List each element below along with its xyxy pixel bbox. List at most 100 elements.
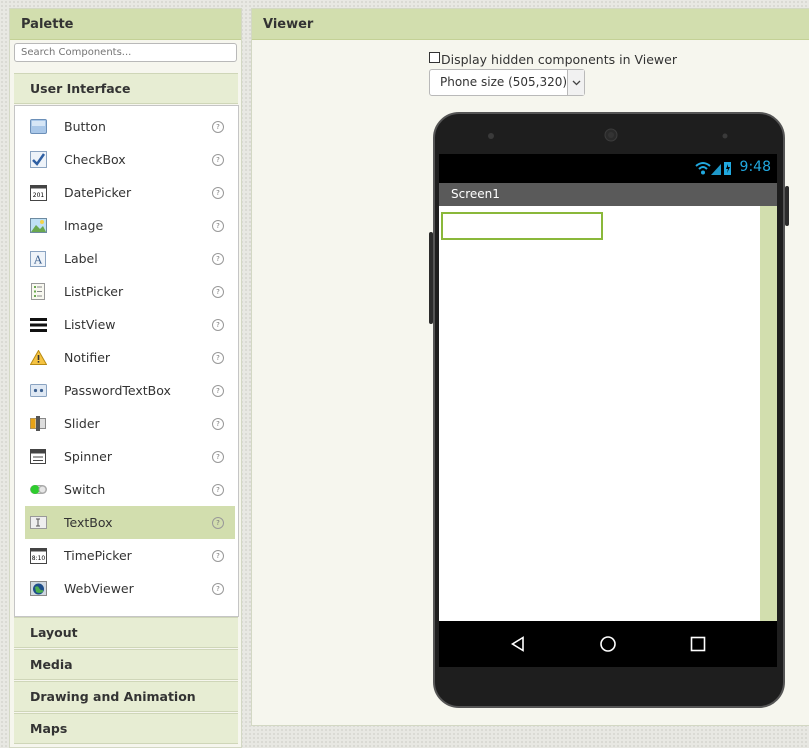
phone-mockup: 9:48 Screen1 xyxy=(429,112,789,708)
phone-volume-button xyxy=(429,232,433,324)
switch-icon xyxy=(29,481,47,499)
checkbox-icon xyxy=(29,151,47,169)
help-icon[interactable]: ? xyxy=(212,318,224,331)
phone-size-value: Phone size (505,320) xyxy=(440,75,568,89)
globe-icon xyxy=(29,580,47,598)
button-icon xyxy=(29,118,47,136)
palette-title: Palette xyxy=(10,9,241,40)
drawer-drawing-animation[interactable]: Drawing and Animation xyxy=(14,681,238,712)
help-icon[interactable]: ? xyxy=(212,186,224,199)
hidden-components-checkbox[interactable] xyxy=(429,52,440,63)
drawer-media-label: Media xyxy=(30,657,73,672)
help-icon[interactable]: ? xyxy=(212,153,224,166)
textbox-component[interactable] xyxy=(441,212,603,240)
screen-title: Screen1 xyxy=(451,187,500,201)
drawer-layout-label: Layout xyxy=(30,625,78,640)
label-icon: A xyxy=(29,250,47,268)
help-icon[interactable]: ? xyxy=(212,582,224,595)
status-time: 9:48 xyxy=(739,159,771,175)
component-item-label: ListView xyxy=(64,317,116,332)
component-item-timepicker[interactable]: 8:10 TimePicker ? xyxy=(25,539,235,572)
home-icon[interactable] xyxy=(599,635,617,653)
component-list: Button ? CheckBox ? 201 DatePicker ? Ima… xyxy=(14,105,239,617)
spinner-icon xyxy=(29,448,47,466)
drawer-user-interface-label: User Interface xyxy=(30,81,131,96)
chevron-down-icon xyxy=(567,70,584,95)
component-item-label: Spinner xyxy=(64,449,113,464)
component-item-label: Switch xyxy=(64,482,106,497)
drawer-drawing-animation-label: Drawing and Animation xyxy=(30,689,196,704)
help-icon[interactable]: ? xyxy=(212,483,224,496)
recents-icon[interactable] xyxy=(690,636,706,652)
svg-text:8:10: 8:10 xyxy=(31,555,45,562)
listview-icon xyxy=(29,316,47,334)
drawer-user-interface[interactable]: User Interface xyxy=(14,73,238,104)
component-item-label: TimePicker xyxy=(64,548,132,563)
svg-text:A: A xyxy=(33,253,43,266)
help-icon[interactable]: ? xyxy=(212,285,224,298)
component-item-listpicker[interactable]: ListPicker ? xyxy=(25,275,235,308)
component-item-datepicker[interactable]: 201 DatePicker ? xyxy=(25,176,235,209)
component-item-image[interactable]: Image ? xyxy=(25,209,235,242)
hidden-components-label: Display hidden components in Viewer xyxy=(441,52,677,67)
warning-icon xyxy=(29,349,47,367)
screen-title-bar: Screen1 xyxy=(439,183,777,206)
help-icon[interactable]: ? xyxy=(212,351,224,364)
textbox-icon xyxy=(29,514,47,532)
component-item-checkbox[interactable]: CheckBox ? xyxy=(25,143,235,176)
component-item-button[interactable]: Button ? xyxy=(25,110,235,143)
screen-scrollbar[interactable] xyxy=(760,206,777,621)
help-icon[interactable]: ? xyxy=(212,219,224,232)
drawer-maps[interactable]: Maps xyxy=(14,713,238,744)
drawer-layout[interactable]: Layout xyxy=(14,617,238,648)
listpicker-icon xyxy=(29,283,47,301)
slider-icon xyxy=(29,415,47,433)
component-item-passwordtextbox[interactable]: PasswordTextBox ? xyxy=(25,374,235,407)
component-item-label: PasswordTextBox xyxy=(64,383,171,398)
component-item-label: Slider xyxy=(64,416,100,431)
component-item-notifier[interactable]: Notifier ? xyxy=(25,341,235,374)
component-item-label: TextBox xyxy=(64,515,113,530)
back-icon[interactable] xyxy=(510,636,526,652)
phone-nav-bar xyxy=(439,621,777,667)
help-icon[interactable]: ? xyxy=(212,384,224,397)
datepicker-icon: 201 xyxy=(29,184,47,202)
component-item-textbox[interactable]: TextBox ? xyxy=(25,506,235,539)
drawer-media[interactable]: Media xyxy=(14,649,238,680)
component-item-slider[interactable]: Slider ? xyxy=(25,407,235,440)
help-icon[interactable]: ? xyxy=(212,417,224,430)
hidden-components-toggle: Display hidden components in Viewer xyxy=(429,52,677,67)
component-item-label: WebViewer xyxy=(64,581,134,596)
viewer-title: Viewer xyxy=(252,9,809,40)
component-item-spinner[interactable]: Spinner ? xyxy=(25,440,235,473)
phone-size-select[interactable]: Phone size (505,320) xyxy=(429,69,585,96)
drawer-maps-label: Maps xyxy=(30,721,68,736)
component-item-listview[interactable]: ListView ? xyxy=(25,308,235,341)
screen-canvas[interactable] xyxy=(439,206,777,621)
viewer-panel: Viewer Display hidden components in View… xyxy=(251,8,809,726)
help-icon[interactable]: ? xyxy=(212,252,224,265)
component-item-label[interactable]: A Label ? xyxy=(25,242,235,275)
timepicker-icon: 8:10 xyxy=(29,547,47,565)
component-item-label: Notifier xyxy=(64,350,111,365)
search-components-input[interactable] xyxy=(14,43,237,62)
help-icon[interactable]: ? xyxy=(212,549,224,562)
svg-text:201: 201 xyxy=(32,192,44,199)
component-item-webviewer[interactable]: WebViewer ? xyxy=(25,572,235,605)
phone-status-bar: 9:48 xyxy=(439,154,777,183)
component-item-switch[interactable]: Switch ? xyxy=(25,473,235,506)
component-item-label: DatePicker xyxy=(64,185,132,200)
image-icon xyxy=(29,217,47,235)
palette-panel: Palette User Interface Button ? CheckBox… xyxy=(9,8,242,748)
phone-sensors-icon xyxy=(488,128,728,142)
component-item-label: Button xyxy=(64,119,106,134)
component-item-label: Label xyxy=(64,251,98,266)
phone-power-button xyxy=(785,186,789,226)
help-icon[interactable]: ? xyxy=(212,516,224,529)
help-icon[interactable]: ? xyxy=(212,120,224,133)
help-icon[interactable]: ? xyxy=(212,450,224,463)
component-item-label: CheckBox xyxy=(64,152,126,167)
wifi-signal-battery-icon xyxy=(695,162,731,175)
component-item-label: ListPicker xyxy=(64,284,124,299)
passwordtextbox-icon xyxy=(29,382,47,400)
